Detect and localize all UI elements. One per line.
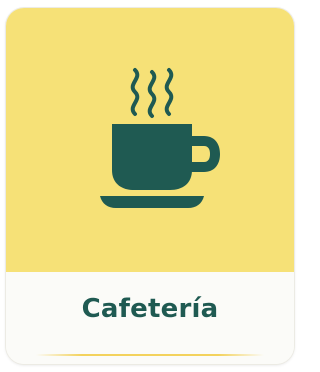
icon-panel [6,8,294,272]
card-footer: Cafetería [6,272,294,364]
card-label: Cafetería [81,294,219,324]
label-underline [36,354,264,356]
cafeteria-card[interactable]: Cafetería [6,8,294,364]
coffee-cup-icon [100,68,220,208]
